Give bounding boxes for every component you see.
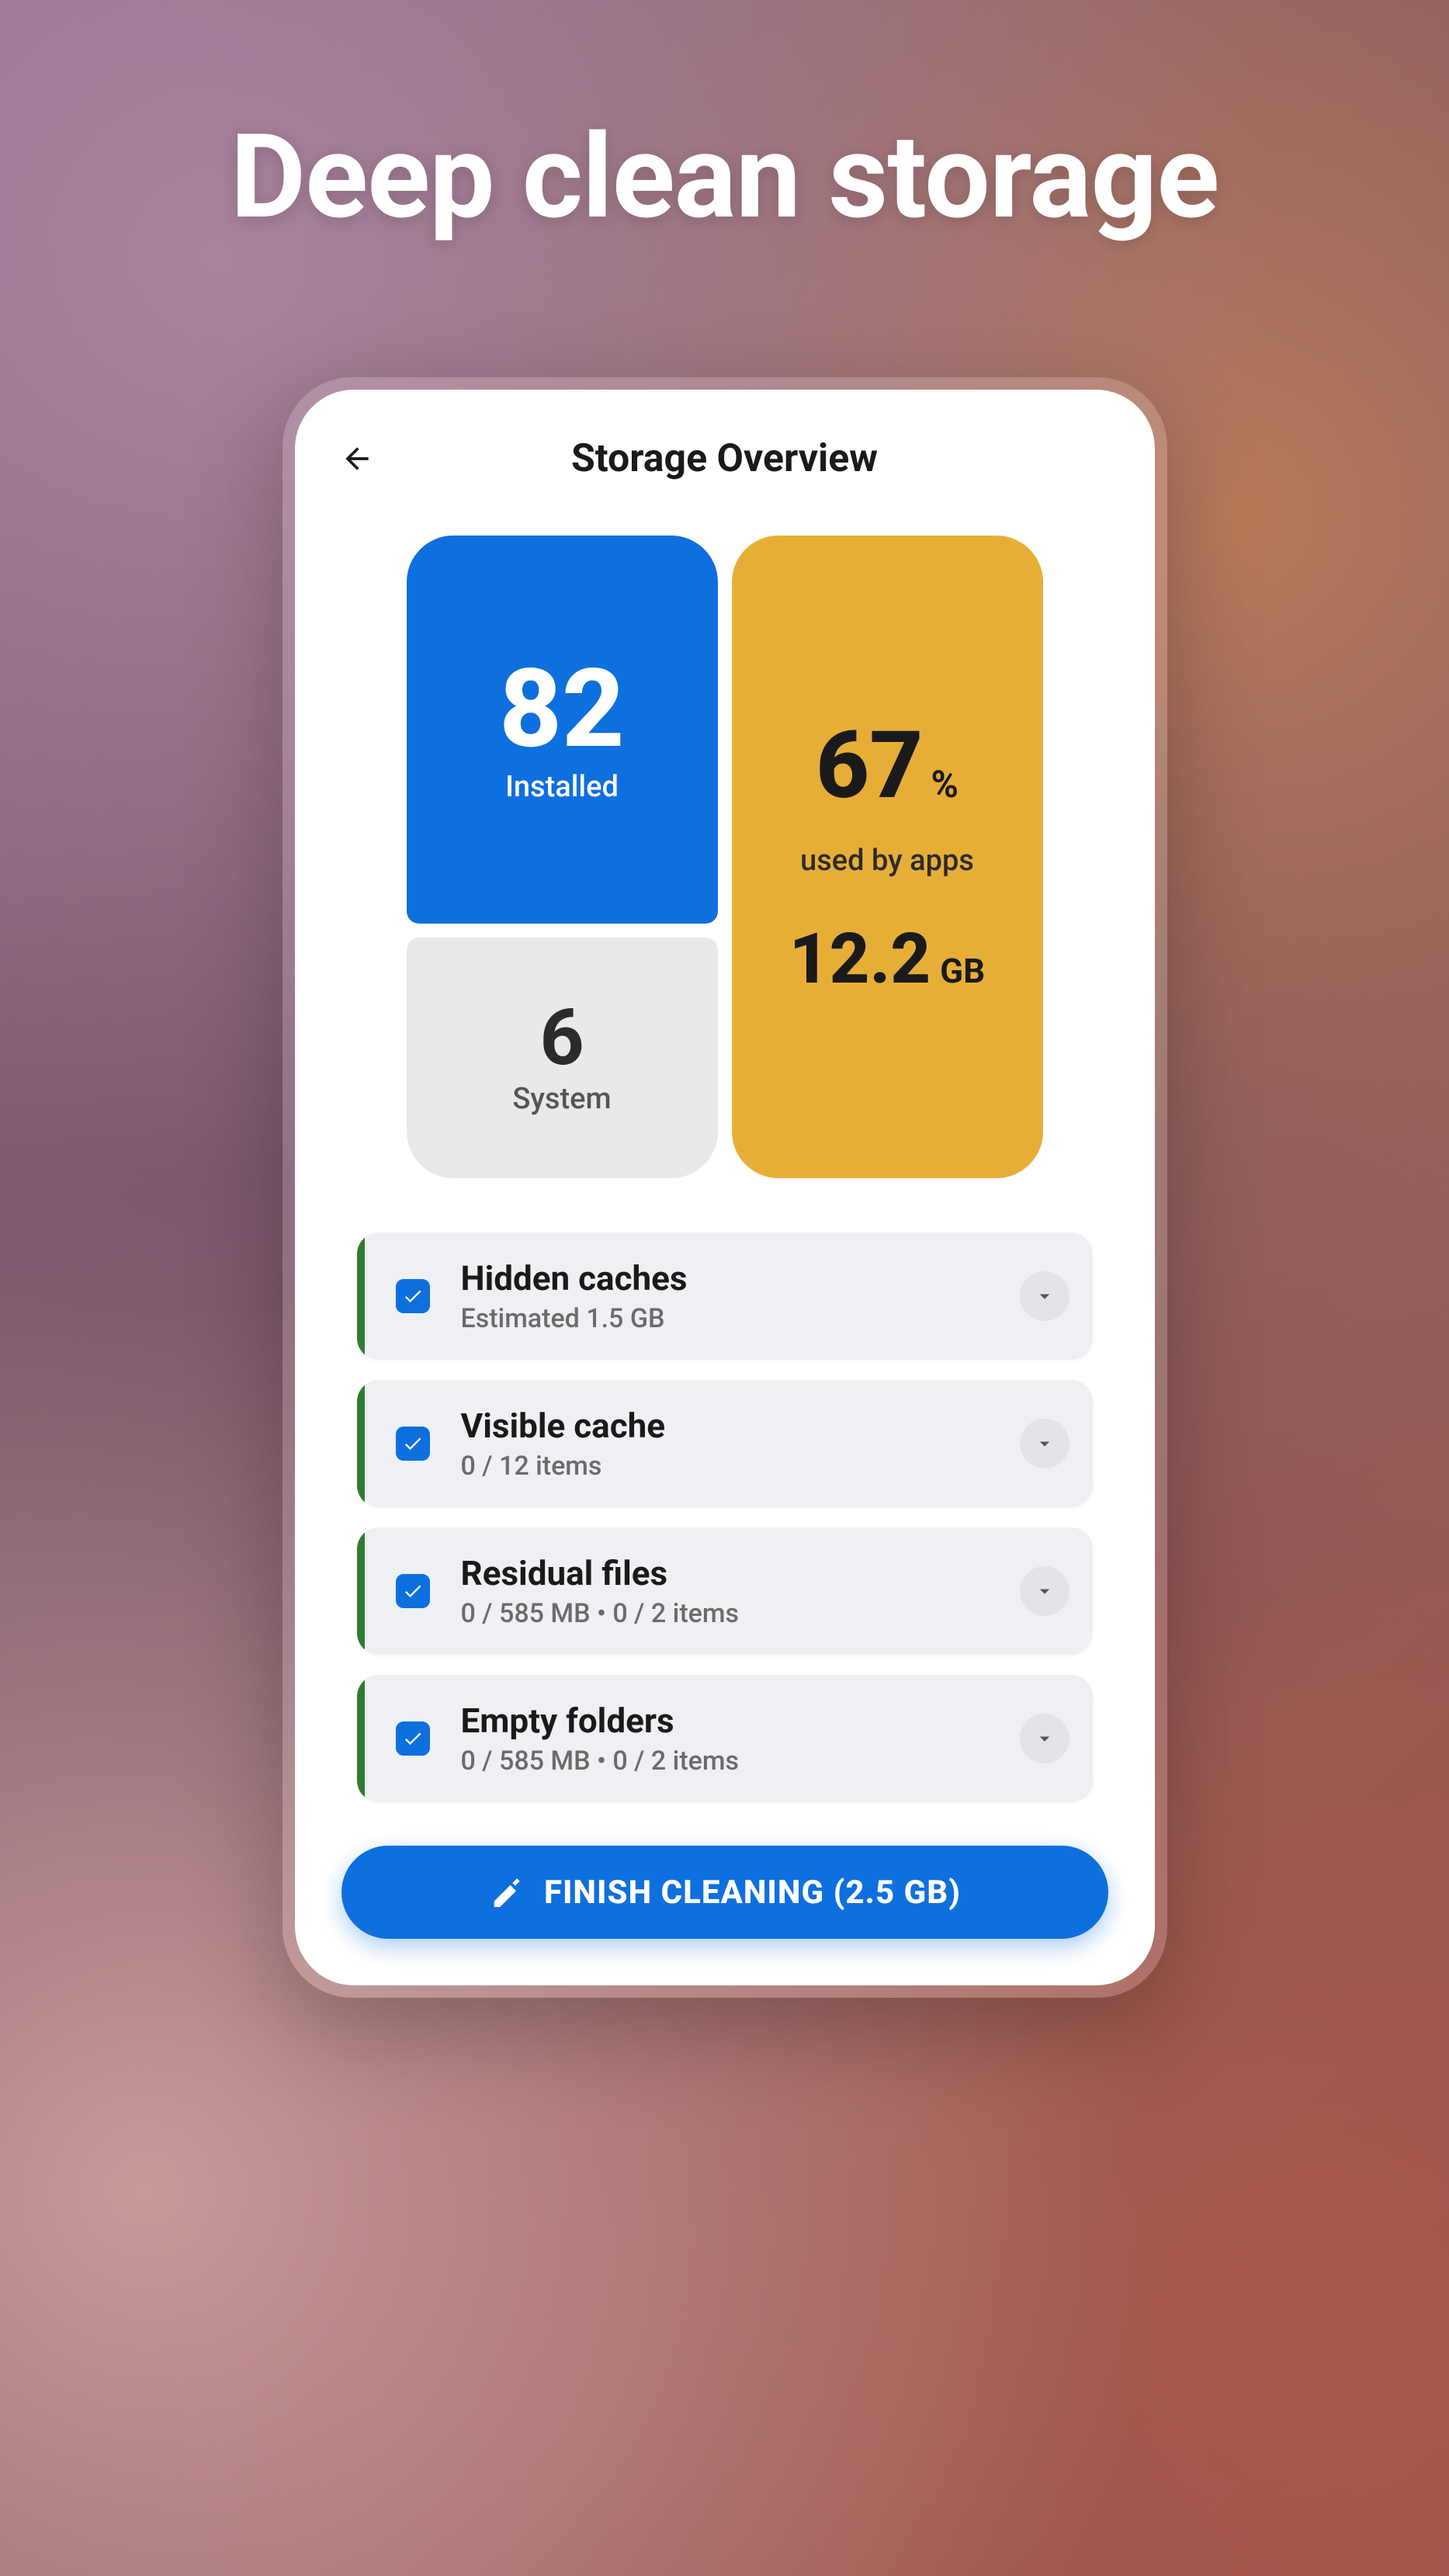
clean-item-title: Visible cache [461, 1406, 1020, 1446]
expand-button[interactable] [1020, 1419, 1069, 1468]
stats-grid: 82 Installed 6 System 67 % used by apps … [407, 536, 1043, 1178]
accent-bar [357, 1527, 365, 1655]
expand-button[interactable] [1020, 1271, 1069, 1321]
clean-item-subtitle: 0 / 12 items [461, 1451, 1020, 1482]
clean-item-subtitle: Estimated 1.5 GB [461, 1303, 1020, 1334]
check-icon [402, 1580, 424, 1602]
phone-screen: Storage Overview 82 Installed 6 System 6… [295, 390, 1155, 1985]
installed-label: Installed [505, 770, 619, 804]
clean-item-subtitle: 0 / 585 MB • 0 / 2 items [461, 1746, 1020, 1777]
finish-cleaning-button[interactable]: FINISH CLEANING (2.5 GB) [341, 1846, 1108, 1939]
used-size-unit: GB [940, 951, 985, 991]
chevron-down-icon [1033, 1579, 1056, 1603]
checkbox-residual-files[interactable] [396, 1574, 430, 1608]
expand-button[interactable] [1020, 1714, 1069, 1763]
system-label: System [512, 1082, 611, 1116]
used-percent: 67 [816, 719, 923, 813]
accent-bar [357, 1380, 365, 1507]
finish-button-label: FINISH CLEANING (2.5 GB) [544, 1874, 961, 1912]
screen-header: Storage Overview [326, 436, 1124, 512]
arrow-left-icon [340, 442, 374, 476]
percent-symbol: % [931, 762, 958, 806]
clean-item-text: Residual files 0 / 585 MB • 0 / 2 items [461, 1553, 1020, 1629]
installed-count: 82 [499, 655, 624, 764]
used-label: used by apps [800, 844, 974, 878]
stat-card-system[interactable]: 6 System [407, 938, 718, 1178]
back-button[interactable] [334, 435, 380, 482]
checkbox-empty-folders[interactable] [396, 1721, 430, 1756]
clean-item-residual-files[interactable]: Residual files 0 / 585 MB • 0 / 2 items [357, 1527, 1093, 1655]
stat-card-installed[interactable]: 82 Installed [407, 536, 718, 924]
page-title: Storage Overview [334, 436, 1116, 481]
phone-frame: Storage Overview 82 Installed 6 System 6… [283, 377, 1167, 1998]
chevron-down-icon [1033, 1432, 1056, 1455]
clean-item-text: Hidden caches Estimated 1.5 GB [461, 1258, 1020, 1334]
used-size-value: 12.2 [789, 924, 931, 994]
chevron-down-icon [1033, 1285, 1056, 1308]
clean-item-subtitle: 0 / 585 MB • 0 / 2 items [461, 1598, 1020, 1629]
accent-bar [357, 1233, 365, 1360]
clean-item-title: Hidden caches [461, 1258, 1020, 1298]
clean-item-text: Visible cache 0 / 12 items [461, 1406, 1020, 1482]
broom-icon [488, 1874, 524, 1910]
clean-item-title: Empty folders [461, 1701, 1020, 1741]
hero-title: Deep clean storage [231, 109, 1219, 245]
clean-item-empty-folders[interactable]: Empty folders 0 / 585 MB • 0 / 2 items [357, 1675, 1093, 1802]
clean-list: Hidden caches Estimated 1.5 GB Visible c… [326, 1233, 1124, 1802]
clean-item-text: Empty folders 0 / 585 MB • 0 / 2 items [461, 1701, 1020, 1777]
check-icon [402, 1285, 424, 1307]
checkbox-visible-cache[interactable] [396, 1427, 430, 1461]
check-icon [402, 1728, 424, 1749]
stat-card-used[interactable]: 67 % used by apps 12.2 GB [732, 536, 1043, 1178]
clean-item-hidden-caches[interactable]: Hidden caches Estimated 1.5 GB [357, 1233, 1093, 1360]
chevron-down-icon [1033, 1727, 1056, 1750]
checkbox-hidden-caches[interactable] [396, 1279, 430, 1313]
check-icon [402, 1433, 424, 1454]
clean-item-title: Residual files [461, 1553, 1020, 1593]
expand-button[interactable] [1020, 1566, 1069, 1616]
accent-bar [357, 1675, 365, 1802]
clean-item-visible-cache[interactable]: Visible cache 0 / 12 items [357, 1380, 1093, 1507]
system-count: 6 [539, 1000, 584, 1077]
